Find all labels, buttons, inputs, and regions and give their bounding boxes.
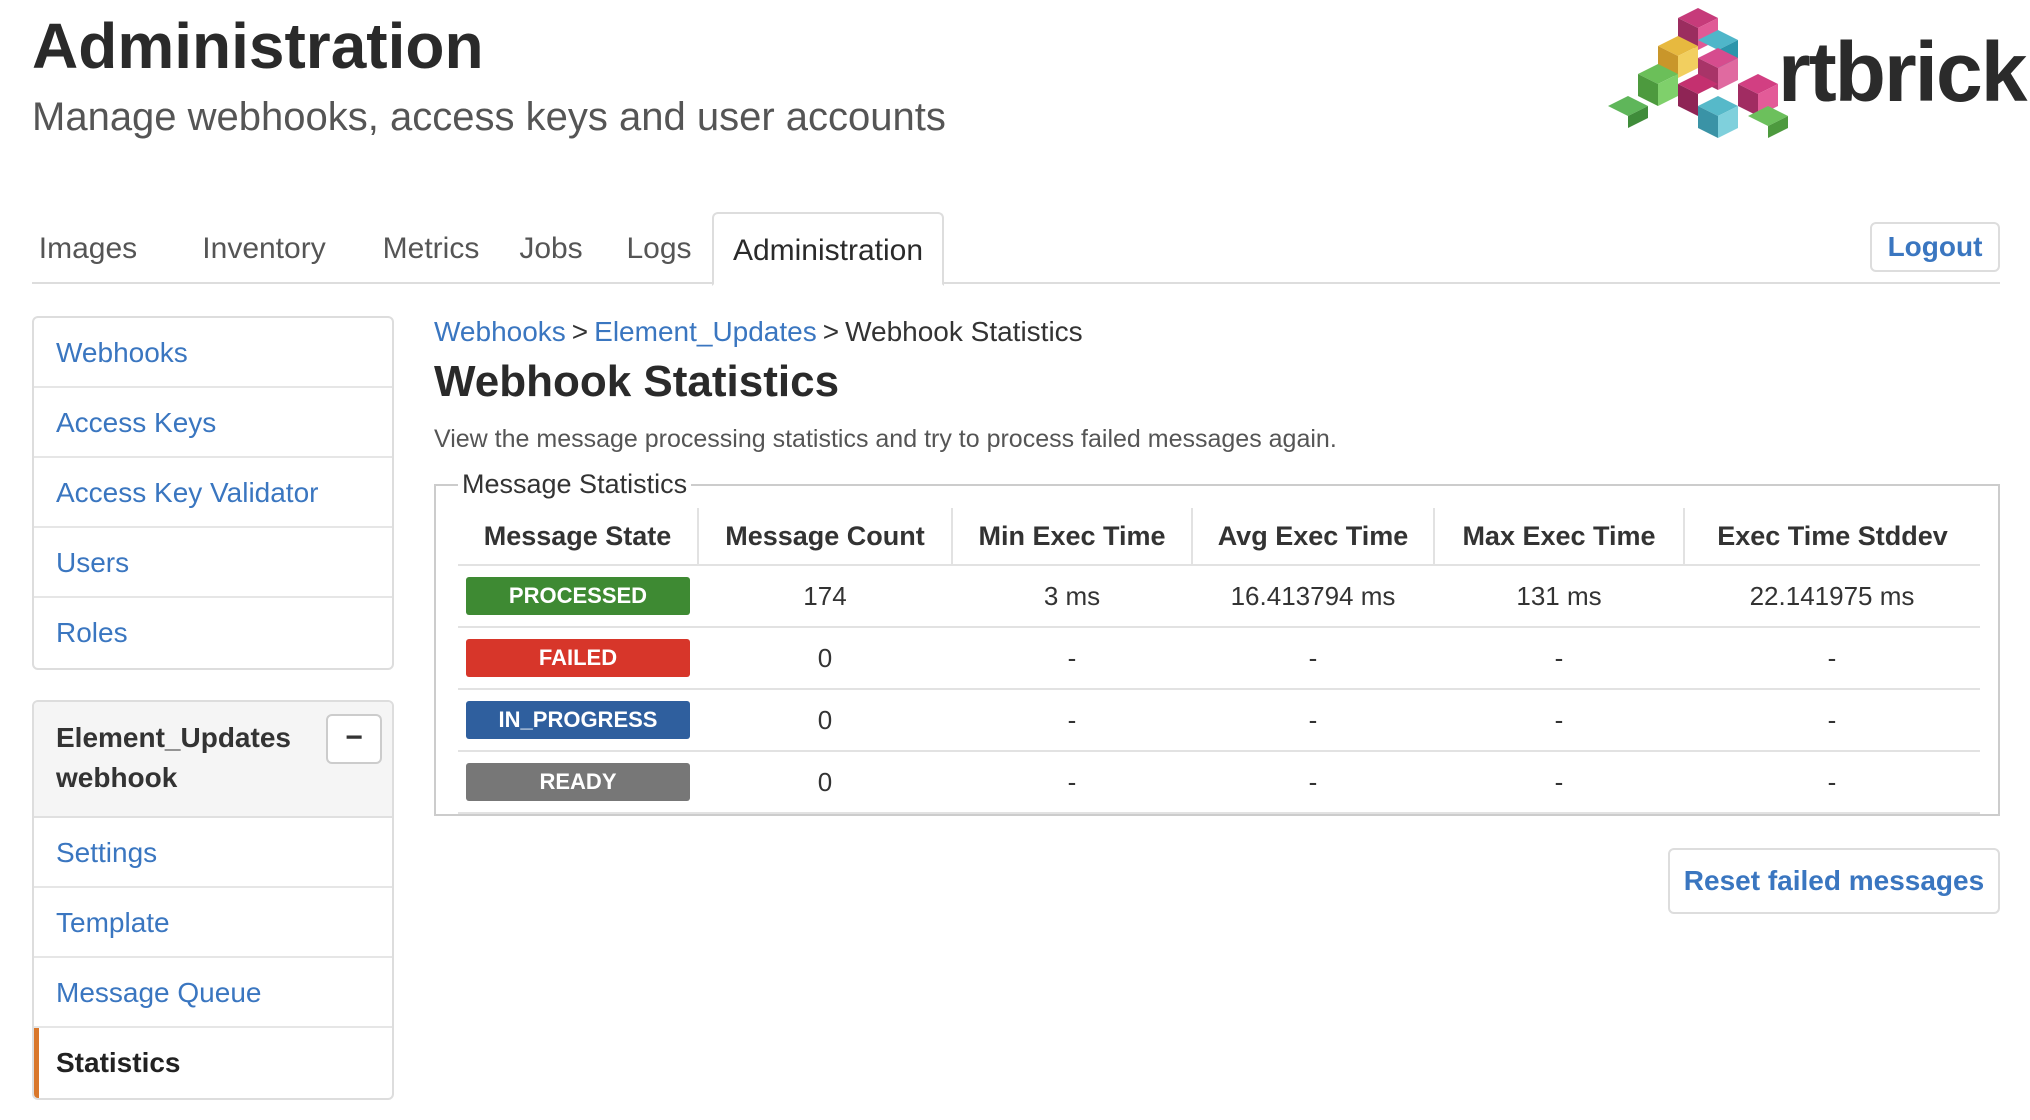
sidebar-item-message-queue[interactable]: Message Queue [34,958,392,1028]
section-title: Webhook Statistics [434,357,840,406]
sidebar-item-settings[interactable]: Settings [34,818,392,888]
breadcrumb-separator: > [571,316,589,347]
tab-jobs[interactable]: Jobs [508,212,594,284]
breadcrumb-webhooks[interactable]: Webhooks [434,316,566,347]
logo-text: rtbrick [1778,25,2027,119]
section-description: View the message processing statistics a… [434,425,1337,453]
tab-inventory[interactable]: Inventory [184,212,344,284]
max-exec-time-cell: - [1434,751,1684,814]
tab-logs[interactable]: Logs [618,212,700,284]
reset-failed-messages-button[interactable]: Reset failed messages [1668,848,2000,914]
message-count-cell: 0 [698,751,952,814]
min-exec-time-cell: - [952,627,1192,690]
collapse-button[interactable]: − [326,714,382,764]
min-exec-time-cell: 3 ms [952,565,1192,628]
sidebar-item-statistics[interactable]: Statistics [34,1028,392,1098]
column-header: Exec Time Stddev [1683,508,1980,566]
table-row: IN_PROGRESS 0 - - - - [458,689,1980,752]
message-count-cell: 174 [698,565,952,628]
webhook-panel-title: Element_Updates webhook [56,722,291,793]
message-statistics-fieldset: Message Statistics Message State Message… [434,466,2000,816]
message-count-cell: 0 [698,627,952,690]
sidebar-item-webhooks[interactable]: Webhooks [34,318,392,388]
table-header-row: Message State Message Count Min Exec Tim… [458,508,1980,566]
status-badge-processed: PROCESSED [466,577,690,615]
page-subtitle: Manage webhooks, access keys and user ac… [32,95,946,139]
min-exec-time-cell: - [952,689,1192,752]
tab-images[interactable]: Images [32,212,144,284]
logout-button[interactable]: Logout [1870,222,2000,272]
page-title: Administration [32,10,484,82]
column-header: Max Exec Time [1433,508,1684,566]
exec-time-stddev-cell: - [1684,689,1980,752]
min-exec-time-cell: - [952,751,1192,814]
column-header: Avg Exec Time [1191,508,1434,566]
avg-exec-time-cell: - [1192,751,1434,814]
max-exec-time-cell: - [1434,689,1684,752]
admin-sidebar: Webhooks Access Keys Access Key Validato… [32,316,394,670]
breadcrumb-separator: > [822,316,840,347]
main-tabs: Images Inventory Metrics Jobs Logs Admin… [32,212,2000,286]
max-exec-time-cell: 131 ms [1434,565,1684,628]
breadcrumb: Webhooks > Element_Updates > Webhook Statist… [434,314,1083,350]
tab-administration[interactable]: Administration [712,212,944,286]
tab-metrics[interactable]: Metrics [372,212,490,284]
sidebar-item-users[interactable]: Users [34,528,392,598]
fieldset-legend: Message Statistics [458,466,692,502]
status-badge-failed: FAILED [466,639,690,677]
sidebar-item-access-key-validator[interactable]: Access Key Validator [34,458,392,528]
exec-time-stddev-cell: - [1684,627,1980,690]
sidebar-item-template[interactable]: Template [34,888,392,958]
status-badge-in-progress: IN_PROGRESS [466,701,690,739]
avg-exec-time-cell: 16.413794 ms [1192,565,1434,628]
status-badge-ready: READY [466,763,690,801]
breadcrumb-element-updates[interactable]: Element_Updates [594,316,817,347]
table-row: READY 0 - - - - [458,751,1980,814]
avg-exec-time-cell: - [1192,627,1434,690]
statistics-table: Message State Message Count Min Exec Tim… [458,508,1980,814]
avg-exec-time-cell: - [1192,689,1434,752]
table-row: FAILED 0 - - - - [458,627,1980,690]
breadcrumb-current: Webhook Statistics [845,316,1083,347]
column-header: Min Exec Time [951,508,1192,566]
webhook-panel: Element_Updates webhook − Settings Templ… [32,700,394,1100]
exec-time-stddev-cell: 22.141975 ms [1684,565,1980,628]
max-exec-time-cell: - [1434,627,1684,690]
column-header: Message State [458,508,698,566]
table-row: PROCESSED 174 3 ms 16.413794 ms 131 ms 2… [458,565,1980,628]
webhook-panel-header: Element_Updates webhook − [34,702,392,818]
exec-time-stddev-cell: - [1684,751,1980,814]
sidebar-item-access-keys[interactable]: Access Keys [34,388,392,458]
sidebar-item-roles[interactable]: Roles [34,598,392,668]
message-count-cell: 0 [698,689,952,752]
column-header: Message Count [697,508,952,566]
